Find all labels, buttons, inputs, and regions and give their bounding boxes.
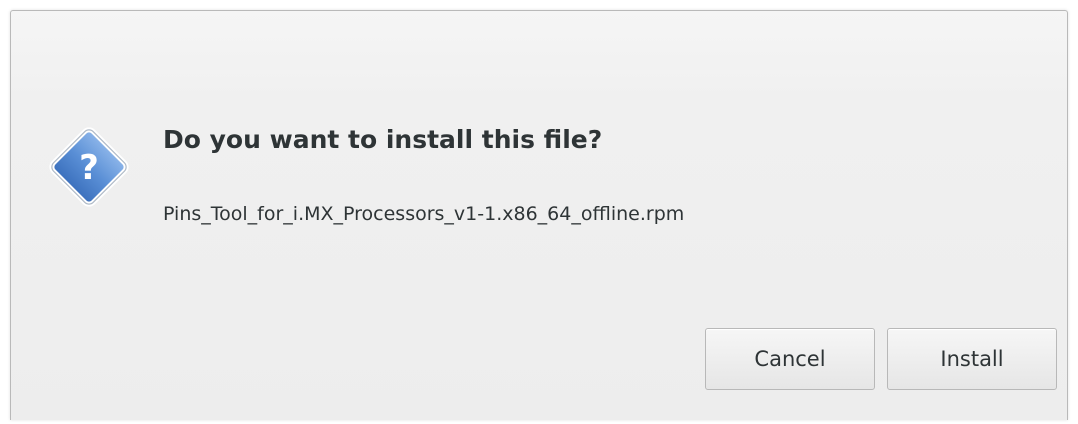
cancel-button[interactable]: Cancel [705, 328, 875, 390]
dialog-title: Do you want to install this file? [163, 125, 603, 154]
file-name: Pins_Tool_for_i.MX_Processors_v1-1.x86_6… [163, 203, 685, 225]
install-button[interactable]: Install [887, 328, 1057, 390]
svg-text:?: ? [79, 148, 99, 188]
question-icon: ? [45, 123, 133, 211]
install-file-dialog: ? Do you want to install this file? Pins… [10, 10, 1068, 420]
